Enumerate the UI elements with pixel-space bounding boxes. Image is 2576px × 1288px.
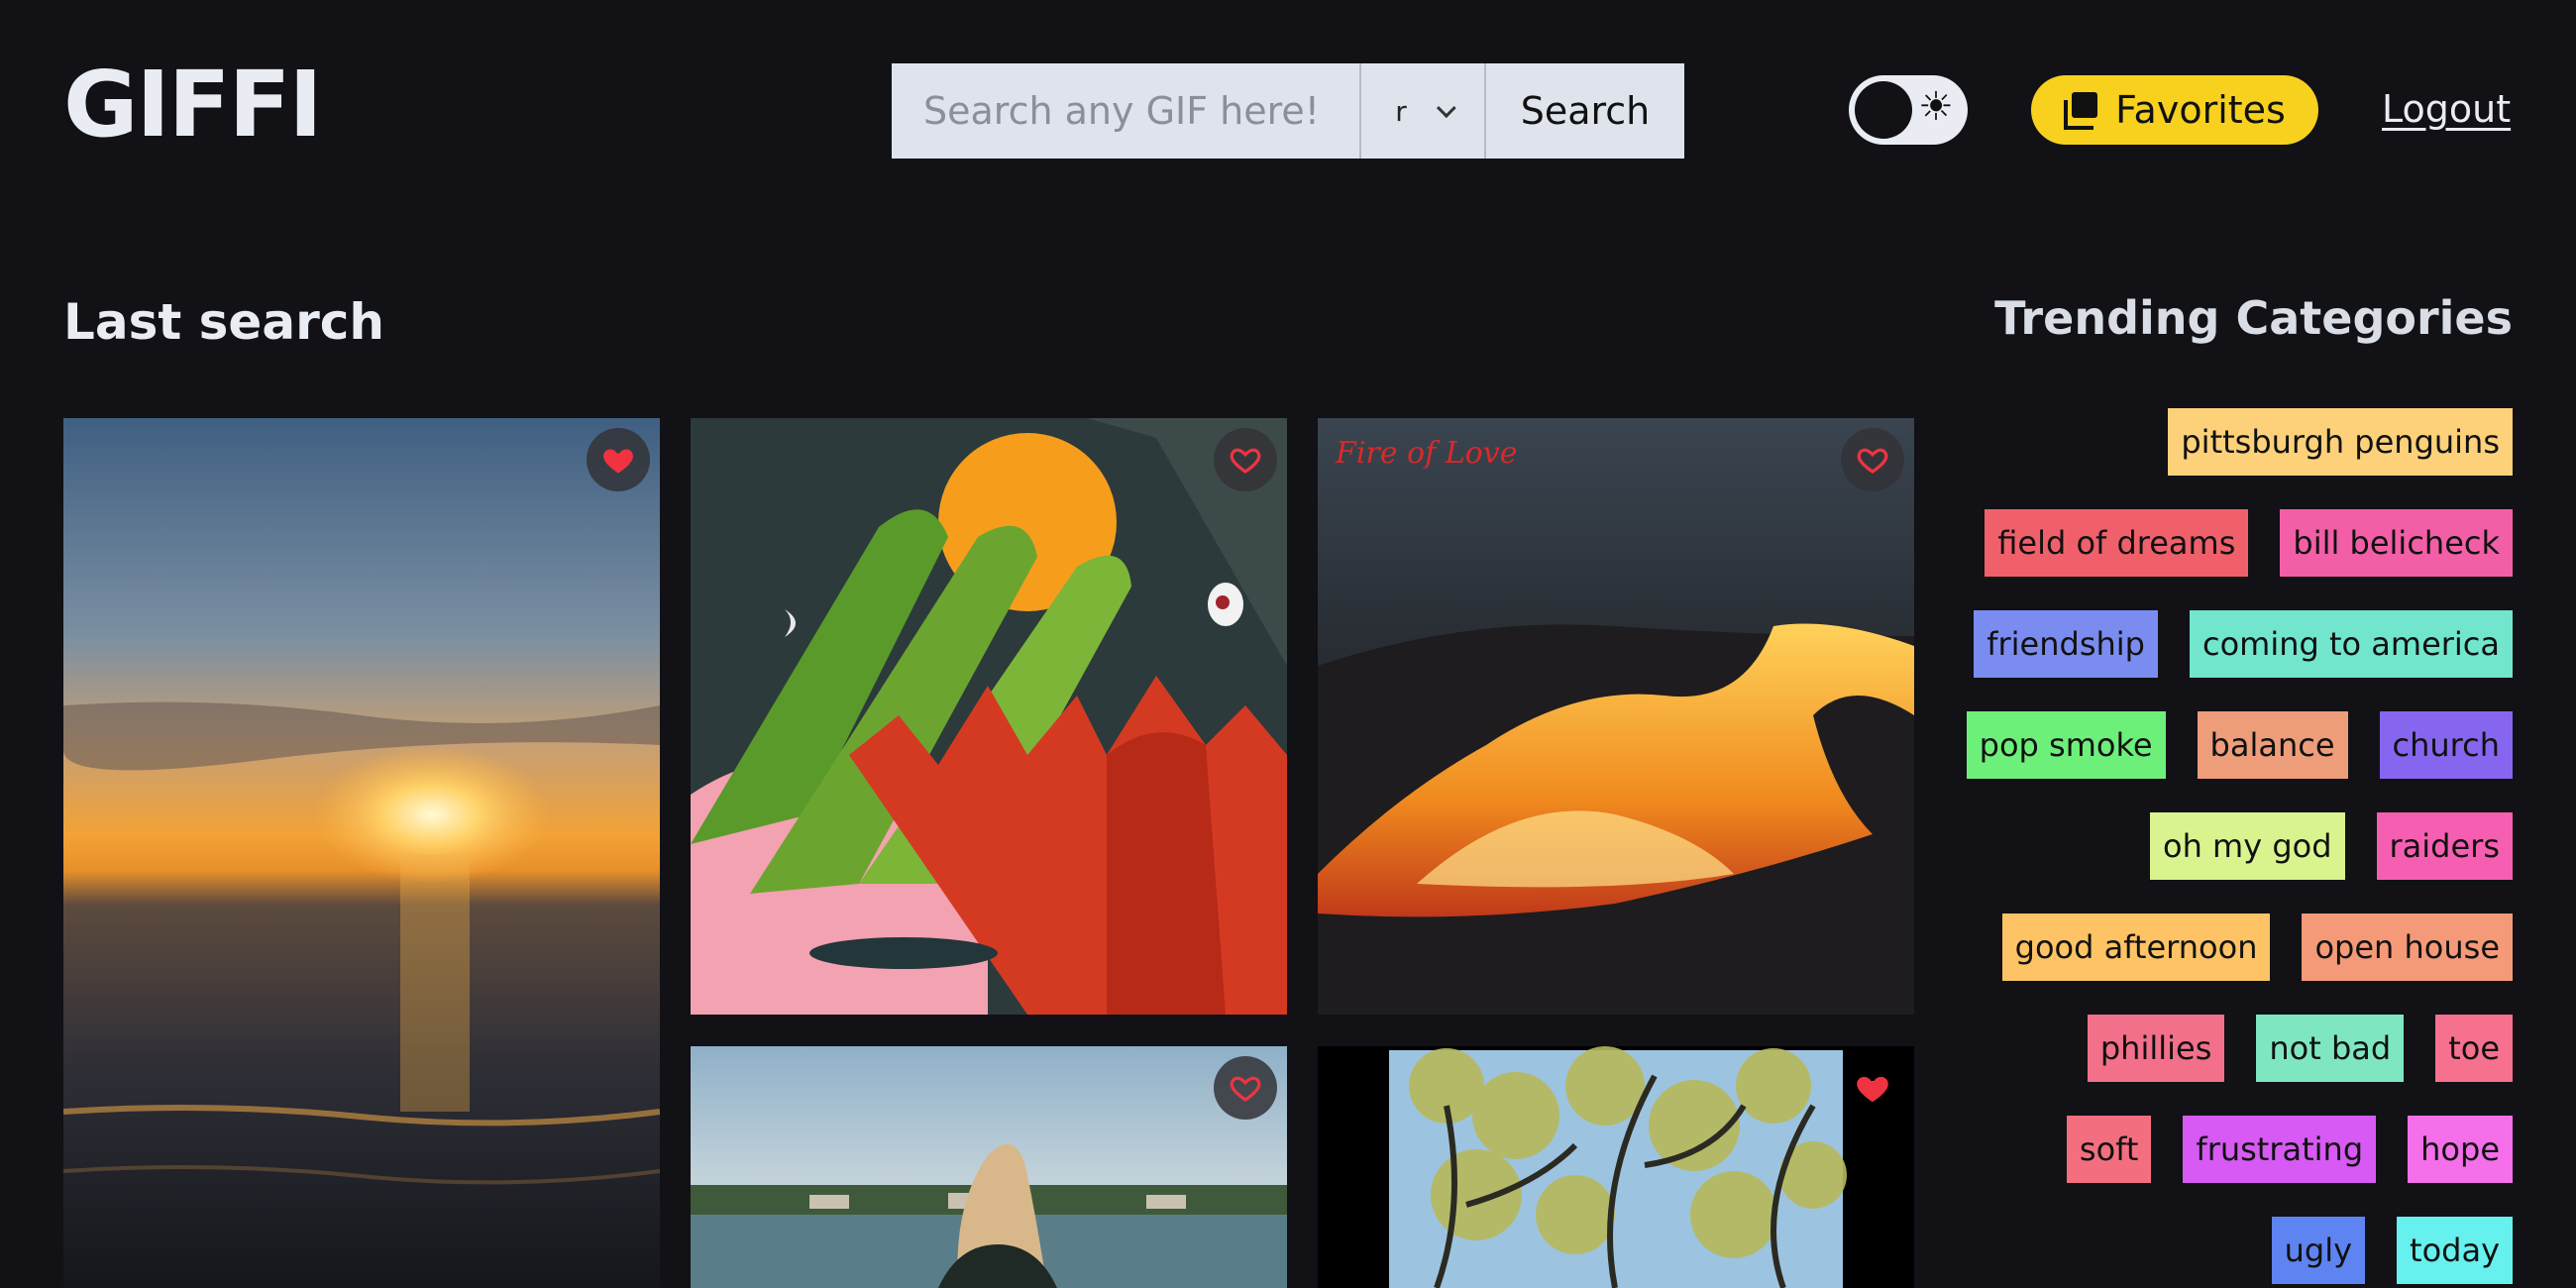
- woman-by-lake-image: [691, 1046, 1287, 1288]
- tree-branches-image: [1318, 1046, 1914, 1288]
- chevron-down-icon: [1436, 98, 1456, 119]
- gif-card-lake[interactable]: [691, 1046, 1287, 1288]
- tag-row: pittsburgh penguins: [1918, 408, 2513, 476]
- gif-card-lava[interactable]: Fire of Love: [1318, 418, 1914, 1015]
- search-input[interactable]: [892, 63, 1359, 159]
- tag-row: soft frustrating hope: [1918, 1116, 2513, 1183]
- category-tag[interactable]: raiders: [2376, 812, 2513, 880]
- gif-card-tree[interactable]: [1318, 1046, 1914, 1288]
- category-tag[interactable]: coming to america: [2189, 610, 2513, 678]
- sunset-image: [63, 418, 660, 1288]
- tag-row: good afternoon open house: [1918, 913, 2513, 981]
- tag-row: phillies not bad toe: [1918, 1015, 2513, 1082]
- tag-row: pop smoke balance church: [1918, 711, 2513, 779]
- tag-row: field of dreams bill belicheck: [1918, 509, 2513, 577]
- category-tag[interactable]: oh my god: [2150, 812, 2345, 880]
- heart-outline-icon: [1857, 448, 1888, 474]
- search-bar: r Search: [892, 63, 1684, 159]
- gif-card-abstract[interactable]: [691, 418, 1287, 1015]
- trending-title: Trending Categories: [1994, 291, 2513, 345]
- favorite-button[interactable]: [1841, 428, 1904, 491]
- lava-image: [1318, 418, 1914, 1015]
- rating-select[interactable]: r: [1359, 63, 1486, 159]
- app-logo[interactable]: GIFFI: [63, 59, 323, 151]
- category-tag[interactable]: church: [2379, 711, 2513, 779]
- tag-row: oh my god raiders: [1918, 812, 2513, 880]
- favorite-button[interactable]: [1214, 1056, 1277, 1120]
- heart-outline-icon: [1230, 448, 1261, 474]
- category-tag[interactable]: ugly: [2271, 1217, 2366, 1284]
- favorite-button[interactable]: [1214, 428, 1277, 491]
- abstract-plant-image: [691, 418, 1287, 1015]
- heart-outline-icon: [1230, 1076, 1261, 1102]
- category-tag[interactable]: frustrating: [2183, 1116, 2377, 1183]
- category-tag[interactable]: good afternoon: [2001, 913, 2271, 981]
- gif-card-sunset[interactable]: [63, 418, 660, 1288]
- search-button[interactable]: Search: [1486, 63, 1684, 159]
- category-tag[interactable]: phillies: [2087, 1015, 2225, 1082]
- theme-toggle[interactable]: ☀: [1849, 75, 1968, 145]
- category-tag[interactable]: balance: [2197, 711, 2348, 779]
- logout-link[interactable]: Logout: [2382, 87, 2511, 131]
- category-tag[interactable]: toe: [2435, 1015, 2513, 1082]
- category-tag[interactable]: friendship: [1974, 610, 2158, 678]
- category-tag[interactable]: pop smoke: [1966, 711, 2166, 779]
- favorite-button[interactable]: [587, 428, 650, 491]
- tag-row: friendship coming to america: [1918, 610, 2513, 678]
- collection-icon: [2064, 92, 2099, 130]
- favorites-label: Favorites: [2115, 88, 2286, 132]
- category-tag[interactable]: not bad: [2256, 1015, 2405, 1082]
- category-tag[interactable]: field of dreams: [1985, 509, 2249, 577]
- sun-icon: ☀: [1918, 84, 1954, 130]
- heart-filled-icon: [1857, 1076, 1888, 1103]
- category-tag[interactable]: hope: [2408, 1116, 2513, 1183]
- favorites-button[interactable]: Favorites: [2031, 75, 2318, 145]
- category-tag[interactable]: bill belicheck: [2280, 509, 2513, 577]
- category-tag[interactable]: pittsburgh penguins: [2168, 408, 2513, 476]
- heart-filled-icon: [603, 449, 633, 474]
- toggle-knob: [1855, 81, 1912, 139]
- category-tag[interactable]: open house: [2302, 913, 2513, 981]
- rating-select-value: r: [1395, 94, 1407, 128]
- trending-categories: pittsburgh penguins field of dreams bill b…: [1918, 408, 2513, 1288]
- section-title: Last search: [63, 293, 384, 351]
- tag-row: ugly today: [1918, 1217, 2513, 1284]
- category-tag[interactable]: soft: [2066, 1116, 2152, 1183]
- favorite-button[interactable]: [1841, 1056, 1904, 1120]
- gif-caption: Fire of Love: [1336, 436, 1518, 471]
- category-tag[interactable]: today: [2397, 1217, 2513, 1284]
